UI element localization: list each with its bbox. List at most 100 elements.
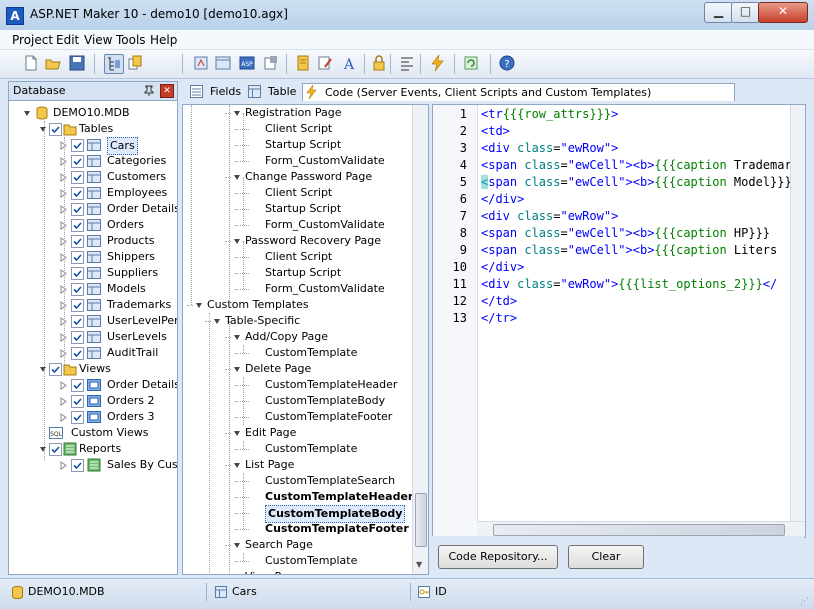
new-button[interactable] <box>22 54 40 72</box>
checkbox[interactable] <box>49 443 62 456</box>
tree-node[interactable]: Change Password Page <box>183 169 413 185</box>
tree-item-table[interactable]: Shippers <box>9 249 177 265</box>
settings-button[interactable] <box>262 54 280 72</box>
tree-view-button[interactable] <box>104 54 124 74</box>
lock-button[interactable] <box>370 54 388 72</box>
tree-item-custom-views[interactable]: SQL Custom Views <box>9 425 177 441</box>
tree-item-view[interactable]: Orders 2 <box>9 393 177 409</box>
checkbox[interactable] <box>71 203 84 216</box>
code-line[interactable]: <span class="ewCell"><b>{{{caption Liter… <box>481 243 777 257</box>
code-line[interactable]: <span class="ewCell"><b>{{{caption Model… <box>481 175 792 189</box>
menu-project[interactable]: Project <box>12 33 53 47</box>
tree-leaf[interactable]: Form_CustomValidate <box>183 281 413 297</box>
tree-item-view[interactable]: Order Details E <box>9 377 177 393</box>
code-line[interactable]: </div> <box>481 192 524 206</box>
tree-item-table[interactable]: Customers <box>9 169 177 185</box>
align-button[interactable] <box>398 54 416 72</box>
checkbox[interactable] <box>71 283 84 296</box>
asp-button[interactable]: ASP <box>238 54 256 72</box>
tree-leaf[interactable]: Client Script <box>183 185 413 201</box>
save-button[interactable] <box>68 54 86 72</box>
tree-leaf[interactable]: CustomTemplateBody <box>183 393 413 409</box>
project-button[interactable] <box>214 54 232 72</box>
checkbox[interactable] <box>71 171 84 184</box>
menu-help[interactable]: Help <box>150 33 177 47</box>
tree-item-table[interactable]: Categories <box>9 153 177 169</box>
code-vertical-scrollbar[interactable] <box>790 105 805 521</box>
checkbox[interactable] <box>71 235 84 248</box>
checkbox[interactable] <box>71 267 84 280</box>
maximize-button[interactable]: □ <box>731 2 760 23</box>
open-button[interactable] <box>44 54 62 72</box>
code-line[interactable]: <div class="ewRow"> <box>481 209 618 223</box>
checkbox[interactable] <box>71 379 84 392</box>
tree-node[interactable]: Table-Specific <box>183 313 413 329</box>
tree-node[interactable]: Edit Page <box>183 425 413 441</box>
tree-leaf[interactable]: Startup Script <box>183 265 413 281</box>
tree-leaf[interactable]: CustomTemplateHeader <box>183 489 413 505</box>
tree-leaf[interactable]: Form_CustomValidate <box>183 153 413 169</box>
tree-leaf[interactable]: CustomTemplateHeader <box>183 377 413 393</box>
menu-view[interactable]: View <box>84 33 112 47</box>
scrollbar-thumb[interactable] <box>415 493 427 547</box>
tree-item-table[interactable]: Suppliers <box>9 265 177 281</box>
checkbox[interactable] <box>71 331 84 344</box>
tree-node[interactable]: Custom Templates <box>183 297 413 313</box>
code-horizontal-scrollbar[interactable] <box>477 521 805 537</box>
checkbox[interactable] <box>49 123 62 136</box>
tree-leaf[interactable]: Form_CustomValidate <box>183 217 413 233</box>
tree-node[interactable]: Password Recovery Page <box>183 233 413 249</box>
edit-button[interactable] <box>316 54 334 72</box>
code-line[interactable]: <div class="ewRow">{{{list_options_2}}}<… <box>481 277 777 291</box>
tree-item-table[interactable]: UserLevels <box>9 329 177 345</box>
tree-item-views[interactable]: Views <box>9 361 177 377</box>
tree-node[interactable]: Search Page <box>183 537 413 553</box>
copy-button[interactable] <box>126 54 144 72</box>
code-editor[interactable]: 1 2 3 4 5 6 7 8 9 10 11 12 13 <tr{{{row_attrs}}}> <td… <box>432 104 806 538</box>
checkbox[interactable] <box>71 347 84 360</box>
minimize-button[interactable]: ▁ <box>704 2 733 23</box>
code-line[interactable]: </tr> <box>481 311 517 325</box>
checkbox[interactable] <box>71 187 84 200</box>
tree-item-reports[interactable]: Reports <box>9 441 177 457</box>
resize-grip-icon[interactable]: ⋰ <box>800 597 810 607</box>
refresh-button[interactable] <box>462 54 480 72</box>
checkbox[interactable] <box>49 363 62 376</box>
checkbox[interactable] <box>71 139 84 152</box>
tree-leaf[interactable]: CustomTemplate <box>183 553 413 569</box>
checkbox[interactable] <box>71 459 84 472</box>
tree-item-table[interactable]: Order Details <box>9 201 177 217</box>
pin-icon[interactable] <box>143 84 155 96</box>
checkbox[interactable] <box>71 155 84 168</box>
code-line[interactable]: </div> <box>481 260 524 274</box>
checkbox[interactable] <box>71 395 84 408</box>
tree-leaf[interactable]: Client Script <box>183 249 413 265</box>
scroll-down-arrow-icon[interactable]: ▼ <box>416 560 422 569</box>
code-line[interactable]: </td> <box>481 294 517 308</box>
tree-leaf[interactable]: Startup Script <box>183 201 413 217</box>
build-button[interactable] <box>192 54 210 72</box>
tree-item-table[interactable]: Cars <box>9 137 177 155</box>
tree-node[interactable]: List Page <box>183 457 413 473</box>
tree-item-table[interactable]: Employees <box>9 185 177 201</box>
clear-button[interactable]: Clear <box>568 545 644 569</box>
tree-item-table[interactable]: Models <box>9 281 177 297</box>
tree-node[interactable]: Delete Page <box>183 361 413 377</box>
tree-item-table[interactable]: UserLevelPerm <box>9 313 177 329</box>
tree-leaf[interactable]: CustomTemplateFooter <box>183 409 413 425</box>
tree-leaf[interactable]: CustomTemplateFooter <box>183 521 413 537</box>
code-line[interactable]: <div class="ewRow"> <box>481 141 618 155</box>
tree-scrollbar[interactable]: ▼ <box>412 105 428 574</box>
code-line[interactable]: <span class="ewCell"><b>{{{caption HP}}} <box>481 226 770 240</box>
tree-item-table[interactable]: Products <box>9 233 177 249</box>
generate-button[interactable] <box>294 54 312 72</box>
checkbox[interactable] <box>71 411 84 424</box>
tree-item-table[interactable]: Orders <box>9 217 177 233</box>
checkbox[interactable] <box>71 299 84 312</box>
lightning-button[interactable] <box>428 54 446 72</box>
tree-leaf[interactable]: CustomTemplate <box>183 345 413 361</box>
menu-edit[interactable]: Edit <box>56 33 79 47</box>
code-line[interactable]: <span class="ewCell"><b>{{{caption Trade… <box>481 158 799 172</box>
tab-code[interactable]: Code (Server Events, Client Scripts and … <box>302 83 735 101</box>
checkbox[interactable] <box>71 315 84 328</box>
